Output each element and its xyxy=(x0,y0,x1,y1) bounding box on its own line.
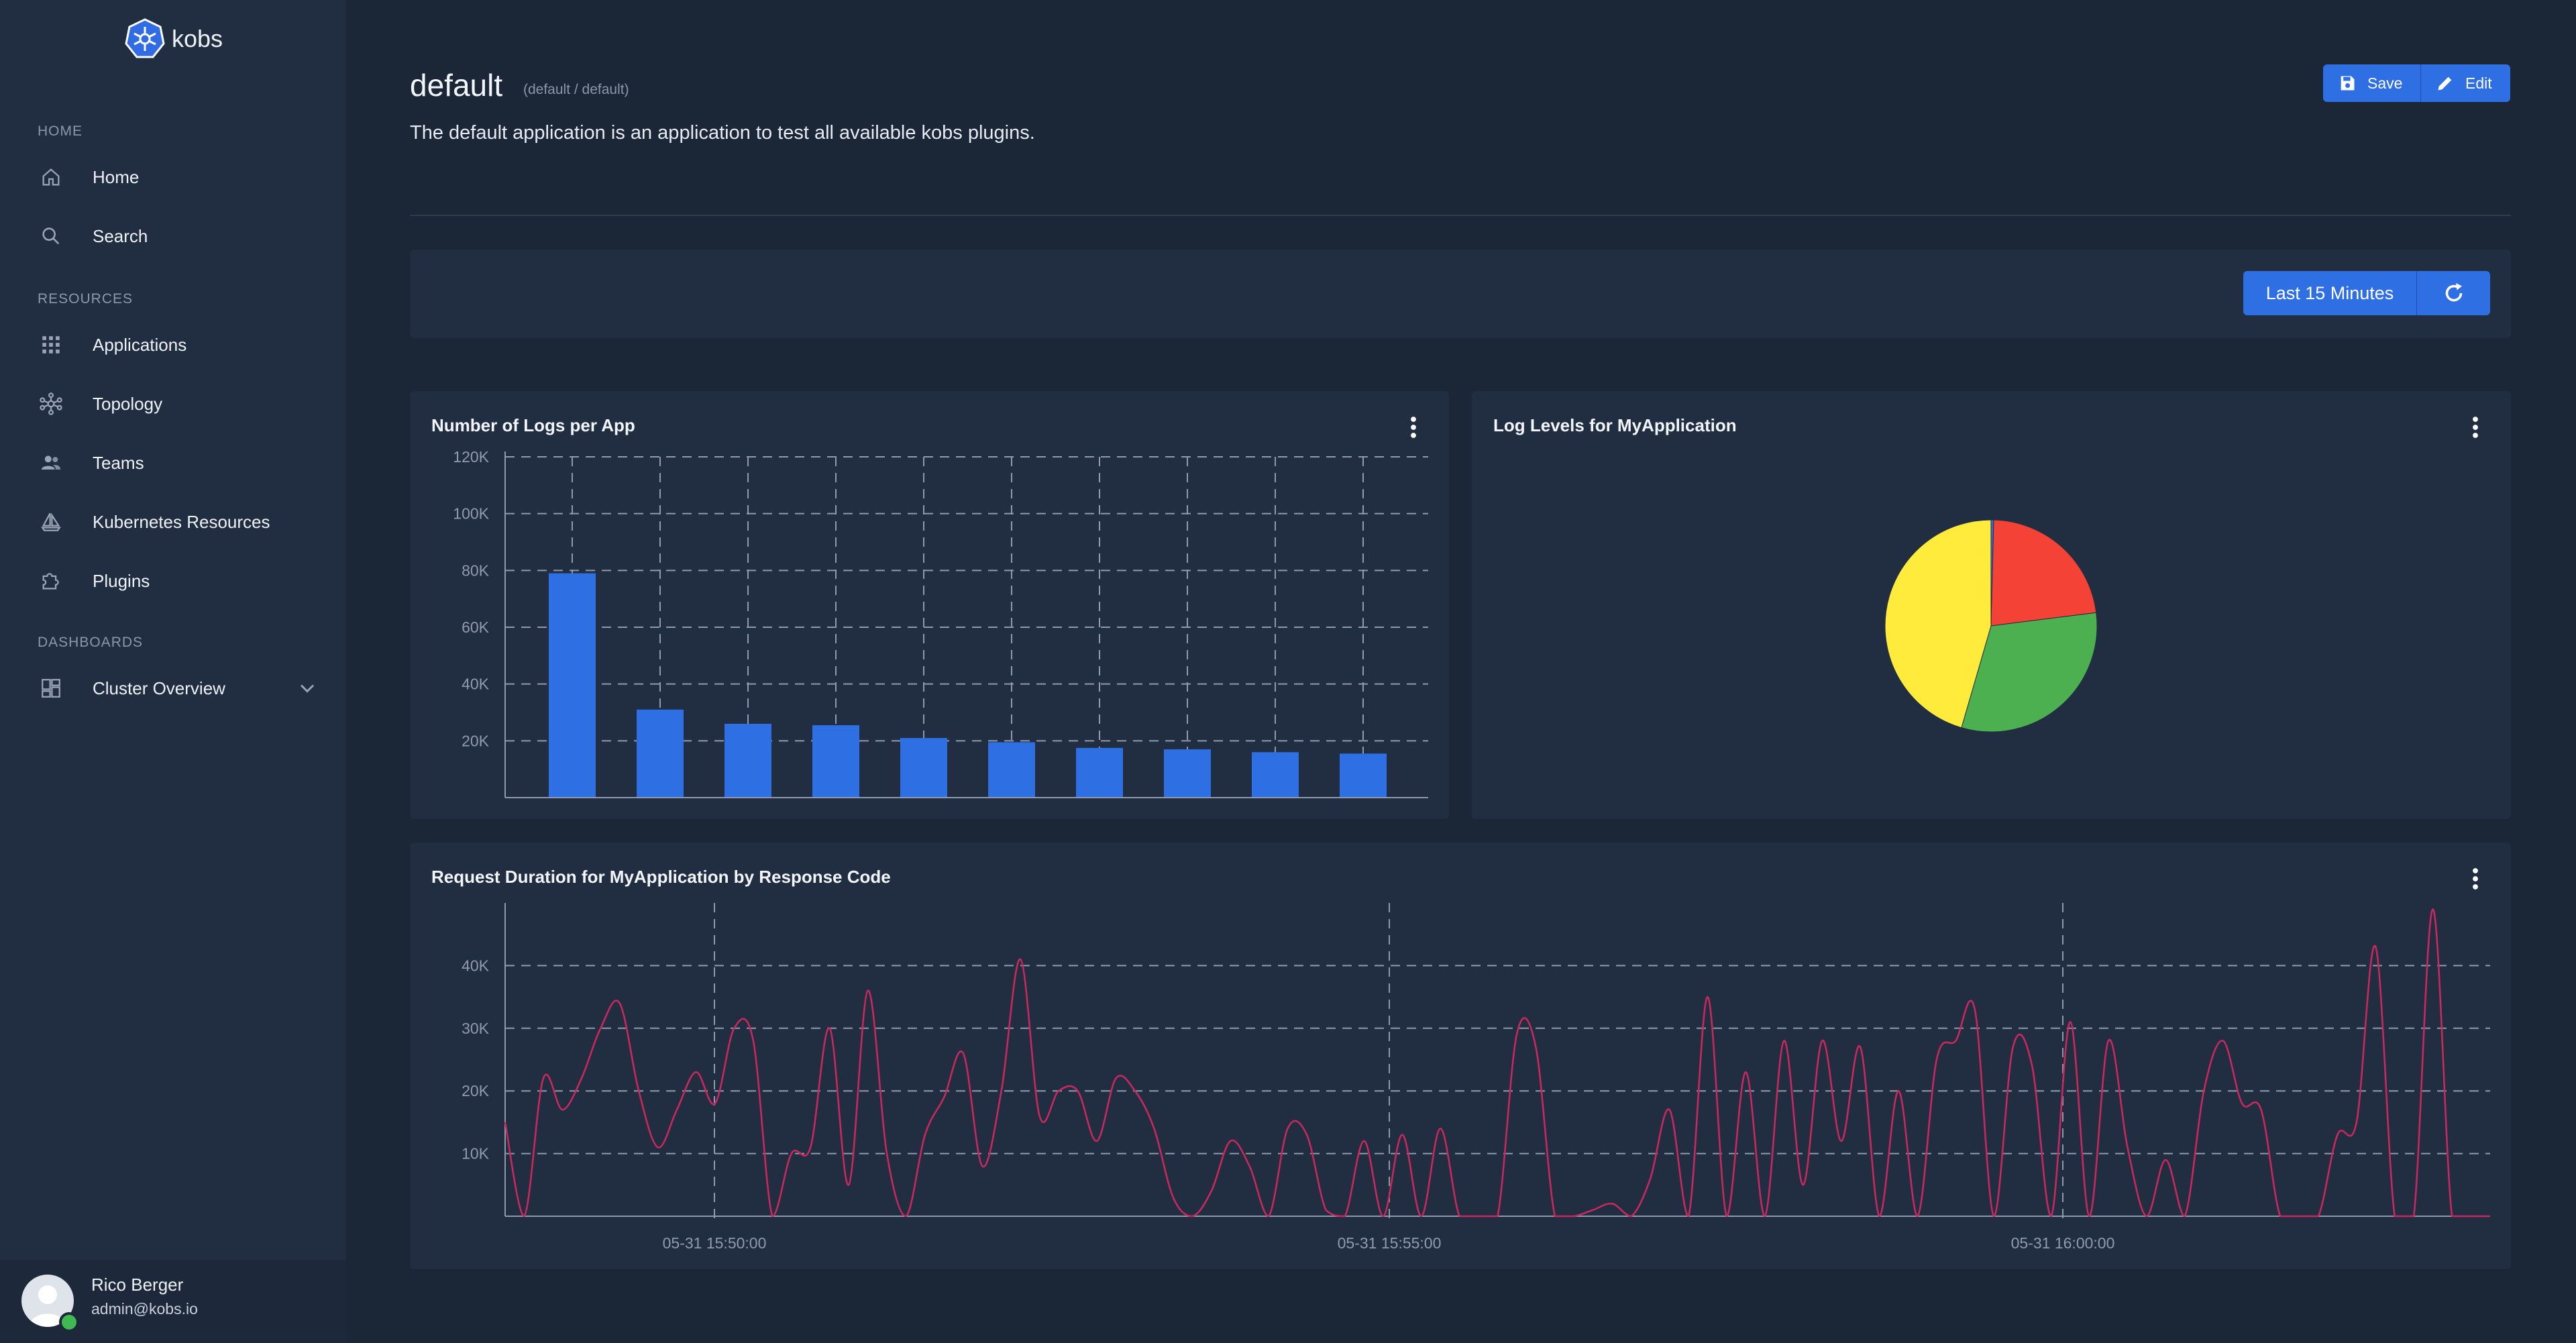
topology-icon xyxy=(38,390,64,417)
y-tick-label: 80K xyxy=(462,561,490,579)
bar xyxy=(724,723,771,798)
edit-button-label: Edit xyxy=(2465,74,2492,92)
y-tick-label: 100K xyxy=(453,505,489,523)
chevron-down-icon[interactable] xyxy=(295,676,319,700)
line-chart: 10K 20K 30K 40K 05-31 15:50:00 05-31 15:55:00… xyxy=(462,903,2490,1252)
y-tick-label: 10K xyxy=(462,1145,490,1163)
search-icon xyxy=(38,223,64,250)
save-button-label: Save xyxy=(2367,74,2403,92)
section-resources-title: RESOURCES xyxy=(38,291,133,307)
dashboard-icon xyxy=(38,675,64,702)
header-actions: Save Edit xyxy=(2323,64,2510,102)
pencil-icon xyxy=(2438,76,2452,91)
bar xyxy=(1164,749,1211,798)
sailboat-icon xyxy=(38,508,64,535)
chart-card-logs-per-app: Number of Logs per App 20K 40K 60K 80K 100K 1… xyxy=(410,391,1449,819)
refresh-button[interactable] xyxy=(2416,271,2490,315)
sidebar-item-label: Applications xyxy=(93,334,187,355)
bar xyxy=(1252,752,1299,798)
user-name: Rico Berger xyxy=(91,1275,184,1295)
y-tick-label: 20K xyxy=(462,1082,490,1099)
chart-card-request-duration: Request Duration for MyApplication by Re… xyxy=(410,843,2511,1269)
bar xyxy=(900,738,947,798)
user-email: admin@kobs.io xyxy=(91,1300,198,1318)
sidebar-item-teams[interactable]: Teams xyxy=(38,443,319,483)
home-icon xyxy=(38,164,64,191)
x-tick-label: 05-31 15:55:00 xyxy=(1338,1234,1442,1252)
pie-slice xyxy=(1990,519,2097,627)
app-logo[interactable]: kobs xyxy=(123,17,223,60)
y-tick-label: 40K xyxy=(462,957,490,974)
x-tick-label: 05-31 16:00:00 xyxy=(2011,1234,2115,1252)
bar xyxy=(1340,753,1387,798)
y-tick-label: 120K xyxy=(453,448,489,466)
bar xyxy=(1076,747,1123,798)
refresh-icon xyxy=(2445,283,2462,302)
save-button[interactable]: Save xyxy=(2323,64,2420,102)
sidebar-item-label: Home xyxy=(93,166,140,187)
kubernetes-logo-icon xyxy=(125,18,165,58)
section-dashboards-title: DASHBOARDS xyxy=(38,635,144,650)
time-range-button[interactable]: Last 15 Minutes xyxy=(2243,271,2416,315)
grid-icon xyxy=(38,331,64,358)
page-subtitle: (default / default) xyxy=(523,82,629,97)
user-profile[interactable]: Rico Berger admin@kobs.io xyxy=(0,1260,346,1343)
pie-chart xyxy=(1884,519,2098,733)
app-name: kobs xyxy=(172,25,223,52)
sidebar-item-home[interactable]: Home xyxy=(38,157,319,197)
sidebar-item-label: Kubernetes Resources xyxy=(93,511,270,532)
x-tick-label: 05-31 15:50:00 xyxy=(663,1234,767,1252)
sidebar-item-applications[interactable]: Applications xyxy=(38,325,319,365)
puzzle-icon xyxy=(38,568,64,594)
bar-chart: 20K 40K 60K 80K 100K 120K xyxy=(453,448,1428,798)
sidebar-item-label: Plugins xyxy=(93,570,150,591)
dashboard-toolbar xyxy=(410,250,2511,338)
page-title: default xyxy=(410,68,503,103)
save-icon xyxy=(2341,76,2355,91)
sidebar: kobs HOME Home Search RESOURCES Applicat… xyxy=(0,0,346,1343)
sidebar-item-label: Teams xyxy=(93,452,144,473)
sidebar-item-label: Search xyxy=(93,225,148,246)
bar xyxy=(637,709,684,798)
edit-button[interactable]: Edit xyxy=(2420,64,2510,102)
sidebar-item-search[interactable]: Search xyxy=(38,216,319,256)
sidebar-item-label: Topology xyxy=(93,393,163,414)
chart-card-log-levels: Log Levels for MyApplication xyxy=(1472,391,2511,819)
sidebar-item-kubernetes-resources[interactable]: Kubernetes Resources xyxy=(38,502,319,542)
online-status-indicator xyxy=(59,1312,79,1332)
y-tick-label: 40K xyxy=(462,676,490,693)
sidebar-item-topology[interactable]: Topology xyxy=(38,384,319,424)
bar xyxy=(988,742,1035,798)
people-icon xyxy=(38,449,64,476)
bar xyxy=(549,573,596,798)
bar xyxy=(812,725,859,798)
sidebar-item-cluster-overview[interactable]: Cluster Overview xyxy=(38,668,319,708)
y-tick-label: 30K xyxy=(462,1020,490,1037)
series-line xyxy=(504,908,2490,1218)
header-divider xyxy=(410,215,2511,216)
y-tick-label: 60K xyxy=(462,619,490,636)
y-tick-label: 20K xyxy=(462,732,490,749)
sidebar-item-plugins[interactable]: Plugins xyxy=(38,561,319,601)
sidebar-item-label: Cluster Overview xyxy=(93,678,225,698)
page-description: The default application is an applicatio… xyxy=(410,122,1035,144)
section-home-title: HOME xyxy=(38,123,83,139)
